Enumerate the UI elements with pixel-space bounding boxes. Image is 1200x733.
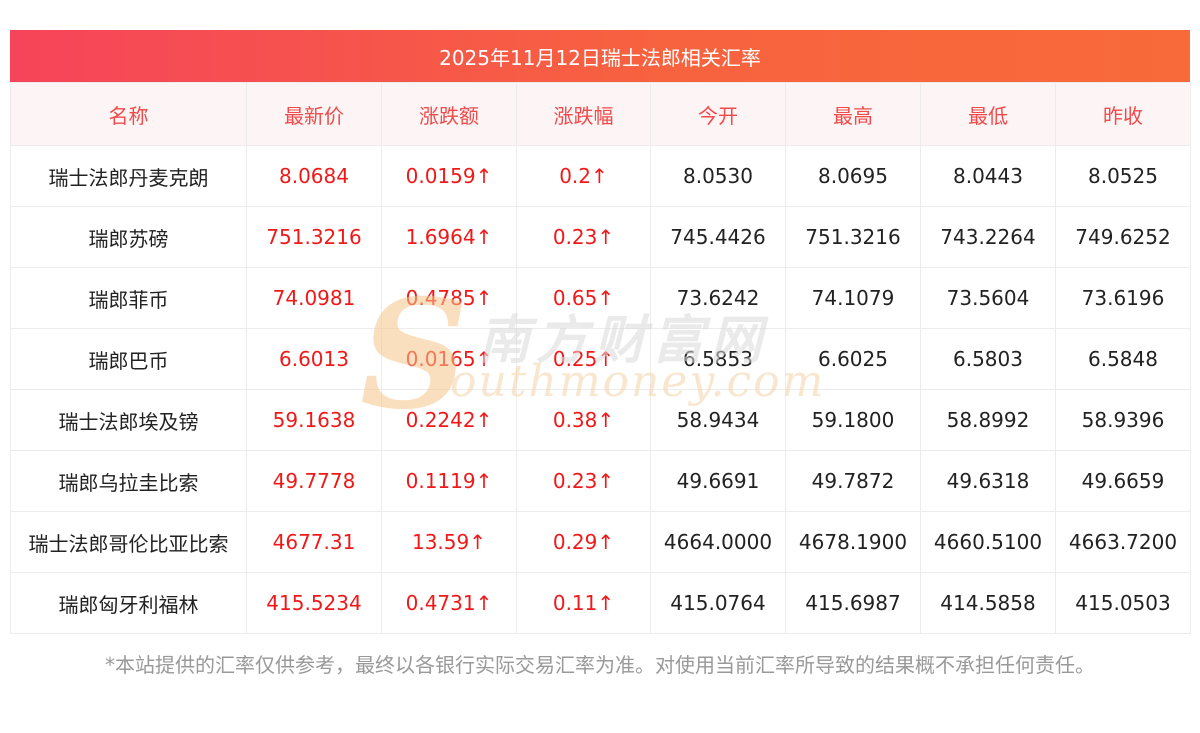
cell-name: 瑞郎乌拉圭比索	[10, 450, 247, 512]
table-row: 瑞郎菲币 74.0981 0.4785↑ 0.65↑ 73.6242 74.10…	[10, 267, 1191, 329]
cell-change: 0.0165↑	[381, 328, 517, 390]
cell-change: 0.2242↑	[381, 389, 517, 451]
table-row: 瑞郎巴币 6.6013 0.0165↑ 0.25↑ 6.5853 6.6025 …	[10, 328, 1191, 390]
col-header-low: 最低	[920, 82, 1056, 146]
cell-high: 74.1079	[785, 267, 921, 329]
cell-change: 0.4731↑	[381, 572, 517, 634]
col-header-high: 最高	[785, 82, 921, 146]
cell-open: 6.5853	[650, 328, 786, 390]
cell-change-pct: 0.23↑	[516, 450, 651, 512]
cell-low: 414.5858	[920, 572, 1056, 634]
cell-low: 58.8992	[920, 389, 1056, 451]
cell-prev-close: 415.0503	[1055, 572, 1191, 634]
cell-latest: 6.6013	[246, 328, 382, 390]
table-title: 2025年11月12日瑞士法郎相关汇率	[10, 30, 1190, 82]
cell-name: 瑞士法郎埃及镑	[10, 389, 247, 451]
cell-high: 6.6025	[785, 328, 921, 390]
cell-latest: 751.3216	[246, 206, 382, 268]
cell-open: 4664.0000	[650, 511, 786, 573]
cell-low: 73.5604	[920, 267, 1056, 329]
cell-name: 瑞郎巴币	[10, 328, 247, 390]
cell-prev-close: 49.6659	[1055, 450, 1191, 512]
table-row: 瑞郎苏磅 751.3216 1.6964↑ 0.23↑ 745.4426 751…	[10, 206, 1191, 268]
cell-change: 1.6964↑	[381, 206, 517, 268]
cell-latest: 4677.31	[246, 511, 382, 573]
cell-change-pct: 0.38↑	[516, 389, 651, 451]
col-header-name: 名称	[10, 82, 247, 146]
cell-prev-close: 6.5848	[1055, 328, 1191, 390]
cell-prev-close: 8.0525	[1055, 145, 1191, 207]
col-header-change: 涨跌额	[381, 82, 517, 146]
cell-low: 4660.5100	[920, 511, 1056, 573]
disclaimer-footnote: *本站提供的汇率仅供参考，最终以各银行实际交易汇率为准。对使用当前汇率所导致的结…	[105, 653, 1095, 677]
col-header-latest: 最新价	[246, 82, 382, 146]
cell-open: 49.6691	[650, 450, 786, 512]
cell-open: 58.9434	[650, 389, 786, 451]
rates-table: 名称 最新价 涨跌额 涨跌幅 今开 最高 最低 昨收 瑞士法郎丹麦克朗 8.06…	[10, 82, 1191, 634]
cell-prev-close: 73.6196	[1055, 267, 1191, 329]
cell-change: 0.1119↑	[381, 450, 517, 512]
cell-low: 8.0443	[920, 145, 1056, 207]
table-row: 瑞郎匈牙利福林 415.5234 0.4731↑ 0.11↑ 415.0764 …	[10, 572, 1191, 634]
cell-change-pct: 0.25↑	[516, 328, 651, 390]
cell-change-pct: 0.23↑	[516, 206, 651, 268]
cell-change-pct: 0.2↑	[516, 145, 651, 207]
cell-latest: 74.0981	[246, 267, 382, 329]
cell-high: 415.6987	[785, 572, 921, 634]
cell-latest: 8.0684	[246, 145, 382, 207]
cell-change: 13.59↑	[381, 511, 517, 573]
cell-name: 瑞士法郎丹麦克朗	[10, 145, 247, 207]
cell-change: 0.4785↑	[381, 267, 517, 329]
table-row: 瑞士法郎丹麦克朗 8.0684 0.0159↑ 0.2↑ 8.0530 8.06…	[10, 145, 1191, 207]
cell-low: 49.6318	[920, 450, 1056, 512]
table-row: 瑞士法郎哥伦比亚比索 4677.31 13.59↑ 0.29↑ 4664.000…	[10, 511, 1191, 573]
cell-prev-close: 4663.7200	[1055, 511, 1191, 573]
cell-high: 59.1800	[785, 389, 921, 451]
cell-open: 415.0764	[650, 572, 786, 634]
cell-open: 745.4426	[650, 206, 786, 268]
cell-open: 8.0530	[650, 145, 786, 207]
table-row: 瑞士法郎埃及镑 59.1638 0.2242↑ 0.38↑ 58.9434 59…	[10, 389, 1191, 451]
col-header-open: 今开	[650, 82, 786, 146]
cell-name: 瑞郎菲币	[10, 267, 247, 329]
col-header-change-pct: 涨跌幅	[516, 82, 651, 146]
cell-name: 瑞郎匈牙利福林	[10, 572, 247, 634]
cell-high: 8.0695	[785, 145, 921, 207]
table-row: 瑞郎乌拉圭比索 49.7778 0.1119↑ 0.23↑ 49.6691 49…	[10, 450, 1191, 512]
cell-open: 73.6242	[650, 267, 786, 329]
cell-prev-close: 58.9396	[1055, 389, 1191, 451]
cell-change-pct: 0.11↑	[516, 572, 651, 634]
header-row: 名称 最新价 涨跌额 涨跌幅 今开 最高 最低 昨收	[10, 82, 1191, 146]
cell-high: 49.7872	[785, 450, 921, 512]
cell-latest: 49.7778	[246, 450, 382, 512]
cell-name: 瑞郎苏磅	[10, 206, 247, 268]
cell-name: 瑞士法郎哥伦比亚比索	[10, 511, 247, 573]
cell-high: 751.3216	[785, 206, 921, 268]
rate-card: 2025年11月12日瑞士法郎相关汇率 名称 最新价 涨跌额 涨跌幅 今开 最高…	[10, 30, 1191, 634]
cell-latest: 59.1638	[246, 389, 382, 451]
cell-change-pct: 0.65↑	[516, 267, 651, 329]
cell-prev-close: 749.6252	[1055, 206, 1191, 268]
cell-low: 6.5803	[920, 328, 1056, 390]
cell-low: 743.2264	[920, 206, 1056, 268]
cell-high: 4678.1900	[785, 511, 921, 573]
cell-change-pct: 0.29↑	[516, 511, 651, 573]
cell-change: 0.0159↑	[381, 145, 517, 207]
col-header-prev-close: 昨收	[1055, 82, 1191, 146]
cell-latest: 415.5234	[246, 572, 382, 634]
